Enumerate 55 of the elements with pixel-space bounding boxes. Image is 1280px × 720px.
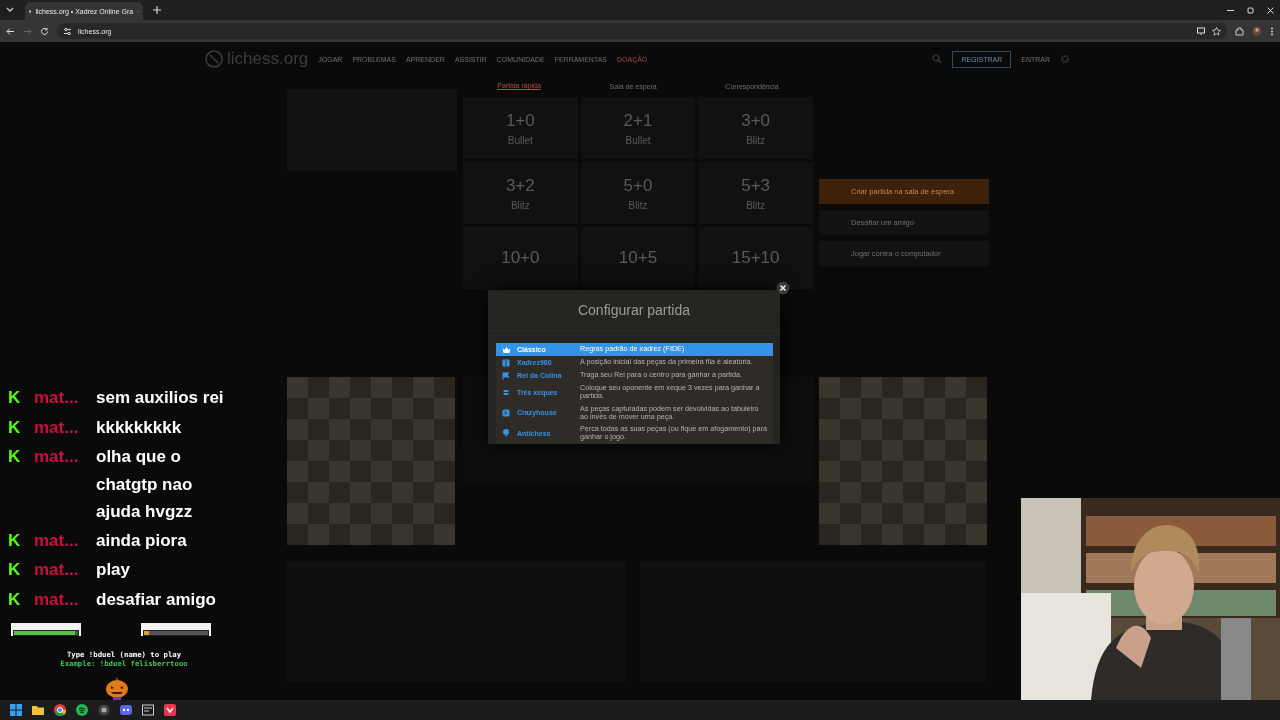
dialog-title: Configurar partida <box>488 290 780 331</box>
variant-icon <box>502 345 510 354</box>
chat-username: mat... <box>34 416 80 439</box>
platform-label: K <box>8 387 22 409</box>
chat-username: mat... <box>34 588 80 611</box>
chat-message: play <box>96 559 132 581</box>
time-control-button[interactable]: 15+10 <box>698 227 813 289</box>
variant-icon <box>502 358 510 367</box>
restore-icon[interactable] <box>1247 6 1254 14</box>
back-icon[interactable] <box>6 26 15 36</box>
chat-message: kkkkkkkkk <box>96 416 183 439</box>
time-control-button[interactable]: 10+0 <box>463 227 578 289</box>
platform-label: K <box>8 416 22 439</box>
time-control-button[interactable]: 5+3 Blitz <box>698 162 813 224</box>
chat-username: mat... <box>34 387 80 409</box>
bookmark-star-icon[interactable] <box>1212 26 1221 36</box>
variant-icon <box>502 408 510 417</box>
chat-username: mat... <box>34 559 80 581</box>
platform-label: K <box>8 559 22 581</box>
browser-icon[interactable] <box>54 704 66 716</box>
variant-icon <box>502 388 510 397</box>
folder-icon[interactable] <box>32 704 44 716</box>
health-bar <box>141 623 211 636</box>
chat-message: ainda piora <box>96 529 188 552</box>
app-icon[interactable] <box>164 704 176 716</box>
time-control-button[interactable]: 2+1 Bullet <box>580 97 696 159</box>
profile-avatar-icon[interactable] <box>1252 26 1262 36</box>
chat-username: mat... <box>34 529 80 552</box>
time-control-button[interactable]: 1+0 Bullet <box>463 97 578 159</box>
time-control-button[interactable]: 5+0 Blitz <box>580 162 696 224</box>
close-icon[interactable] <box>1267 6 1274 14</box>
chat-message: sem auxilios rei <box>96 387 225 409</box>
time-control-button[interactable]: 3+0 Blitz <box>698 97 813 159</box>
menu-icon[interactable] <box>1270 26 1274 36</box>
variant-icon <box>502 429 510 438</box>
start-icon[interactable] <box>10 704 22 716</box>
new-tab-icon[interactable] <box>153 6 161 14</box>
music-app-icon[interactable] <box>76 704 88 716</box>
install-icon[interactable] <box>1197 26 1206 36</box>
platform-label: K <box>8 529 22 552</box>
time-control-button[interactable]: 10+5 <box>580 227 696 289</box>
chat-app-icon[interactable] <box>120 704 132 716</box>
health-bar <box>11 623 81 636</box>
chat-message: desafiar amigo <box>96 588 217 611</box>
app-icon[interactable] <box>98 704 110 716</box>
time-control-button[interactable]: 3+2 Blitz <box>463 162 578 224</box>
site-settings-icon[interactable] <box>63 26 72 36</box>
pumpkin-icon <box>105 677 129 700</box>
reload-icon[interactable] <box>40 26 49 36</box>
chat-username: mat... <box>34 446 80 468</box>
variant-icon <box>502 371 510 380</box>
close-icon[interactable] <box>776 281 790 295</box>
window-icon[interactable] <box>142 704 154 716</box>
platform-label: K <box>8 446 22 468</box>
platform-label: K <box>8 588 22 611</box>
